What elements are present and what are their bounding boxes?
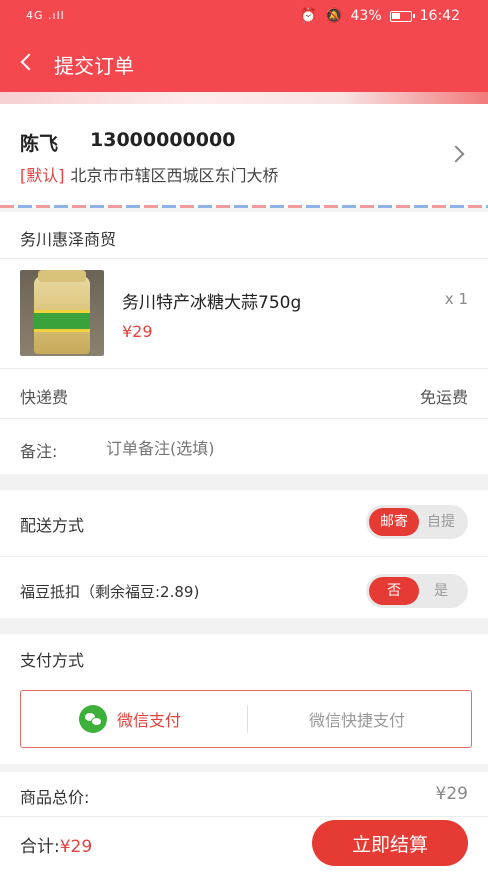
delivery-label: 配送方式	[20, 516, 85, 535]
total-value: ¥29	[435, 784, 468, 804]
shop-name: 务川惠泽商贸	[20, 230, 117, 249]
back-icon[interactable]	[14, 47, 44, 77]
wechat-quick-pay-label: 微信快捷支付	[309, 710, 406, 730]
battery-icon	[389, 10, 415, 22]
app-header: 4G .ıll ⏰ 🔕 43% 16:42 提交订单	[0, 0, 488, 92]
divider	[0, 816, 488, 817]
battery-percent: 43%	[350, 8, 382, 24]
fudou-label: 福豆抵扣（剩余福豆:2.89)	[20, 583, 200, 601]
fudou-toggle[interactable]: 否 是	[366, 574, 468, 608]
payment-card: 支付方式 微信支付 微信快捷支付	[0, 634, 488, 764]
summary-bar: 商品总价: ¥29 合计:¥29 立即结算	[0, 772, 488, 874]
delivery-option-mail[interactable]: 邮寄	[369, 508, 419, 536]
envelope-border	[0, 205, 488, 208]
sum-row: 合计:¥29	[20, 832, 92, 857]
checkout-button[interactable]: 立即结算	[312, 820, 468, 866]
address-line: [默认] 北京市市辖区西城区东门大桥	[20, 162, 279, 186]
recipient-name: 陈飞	[20, 133, 59, 155]
address-card[interactable]: 陈飞 13000000000 [默认] 北京市市辖区西城区东门大桥	[0, 104, 488, 208]
alarm-icon: ⏰	[299, 8, 318, 24]
status-right: ⏰ 🔕 43% 16:42	[300, 8, 460, 24]
page-title: 提交订单	[54, 54, 134, 78]
divider	[0, 368, 488, 369]
remark-input[interactable]	[106, 436, 466, 460]
shipping-value: 免运费	[419, 388, 468, 407]
options-card: 配送方式 邮寄 自提 福豆抵扣（剩余福豆:2.89) 否 是	[0, 490, 488, 618]
recipient-phone: 13000000000	[90, 129, 236, 151]
header-stripe	[0, 92, 488, 104]
sum-label: 合计:	[20, 837, 60, 857]
product-qty: x 1	[444, 290, 468, 308]
fudou-option-no[interactable]: 否	[369, 577, 419, 605]
chevron-right-icon	[447, 145, 465, 163]
title-bar: 提交订单	[0, 34, 488, 92]
total-label: 商品总价:	[20, 788, 90, 807]
divider	[0, 418, 488, 419]
sum-value: ¥29	[59, 837, 93, 857]
default-tag: [默认]	[20, 166, 65, 185]
mute-icon: 🔕	[325, 8, 343, 24]
payment-methods: 微信支付 微信快捷支付	[20, 690, 472, 748]
wechat-pay-label: 微信支付	[117, 710, 182, 730]
clock: 16:42	[419, 8, 460, 24]
product-image	[20, 270, 104, 356]
divider	[247, 705, 248, 733]
product-price: ¥29	[122, 322, 153, 341]
divider	[0, 556, 488, 557]
payment-title: 支付方式	[20, 651, 85, 670]
address-detail: 北京市市辖区西城区东门大桥	[70, 166, 279, 185]
signal-icon: 4G .ıll	[26, 9, 65, 22]
wechat-quick-pay-option[interactable]: 微信快捷支付	[309, 691, 405, 746]
delivery-toggle[interactable]: 邮寄 自提	[366, 505, 468, 539]
wechat-pay-option[interactable]: 微信支付	[79, 691, 181, 746]
status-bar: 4G .ıll ⏰ 🔕 43% 16:42	[0, 0, 488, 34]
shop-card: 务川惠泽商贸 务川特产冰糖大蒜750g ¥29 x 1 快递费 免运费 备注:	[0, 212, 488, 474]
shipping-label: 快递费	[20, 388, 69, 407]
divider	[0, 258, 488, 259]
wechat-icon	[79, 704, 107, 733]
remark-label: 备注:	[20, 442, 58, 461]
delivery-option-pickup[interactable]: 自提	[416, 508, 466, 536]
product-name: 务川特产冰糖大蒜750g	[122, 293, 302, 313]
fudou-option-yes[interactable]: 是	[416, 577, 466, 605]
